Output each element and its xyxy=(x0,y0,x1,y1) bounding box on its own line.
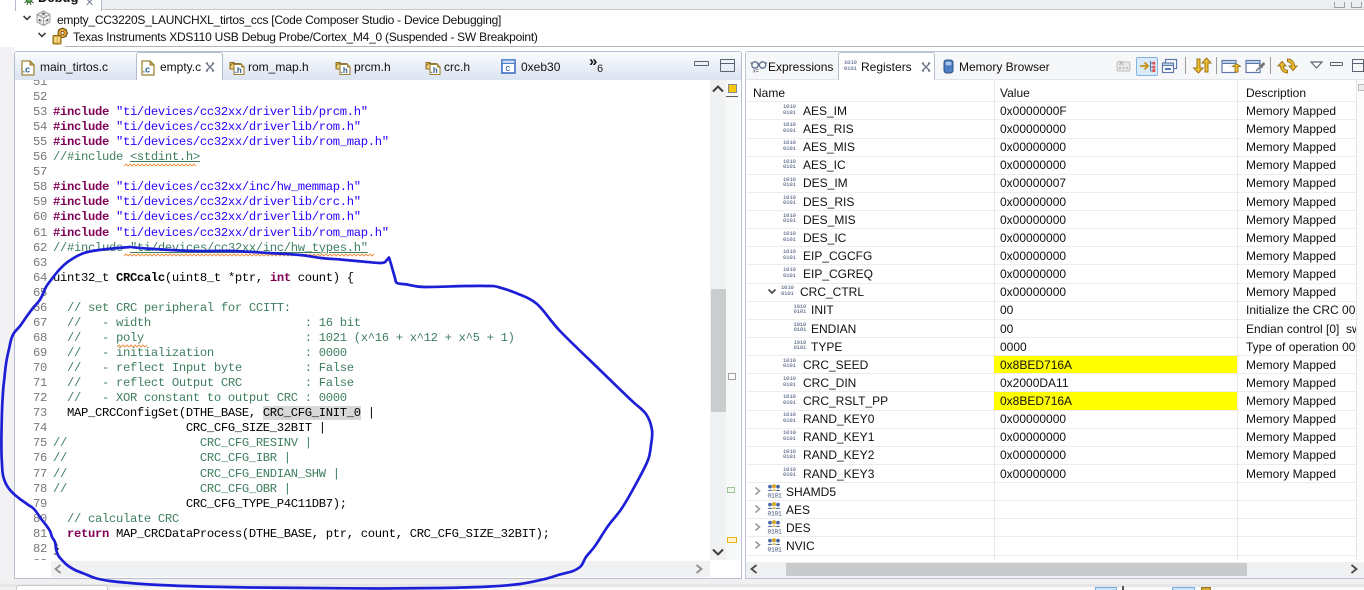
svg-text:0101: 0101 xyxy=(768,492,783,498)
svg-text:.h: .h xyxy=(431,66,438,75)
svg-text:.h: .h xyxy=(235,66,242,75)
svg-text:0101: 0101 xyxy=(768,547,783,553)
svg-text:x=: x= xyxy=(753,69,759,73)
svg-text:.c: .c xyxy=(143,65,151,75)
svg-text:.c: .c xyxy=(23,65,31,75)
svg-text:c: c xyxy=(505,64,510,74)
svg-text:.h: .h xyxy=(341,66,348,75)
svg-text:0101: 0101 xyxy=(768,529,783,535)
svg-text:0101: 0101 xyxy=(768,511,783,517)
